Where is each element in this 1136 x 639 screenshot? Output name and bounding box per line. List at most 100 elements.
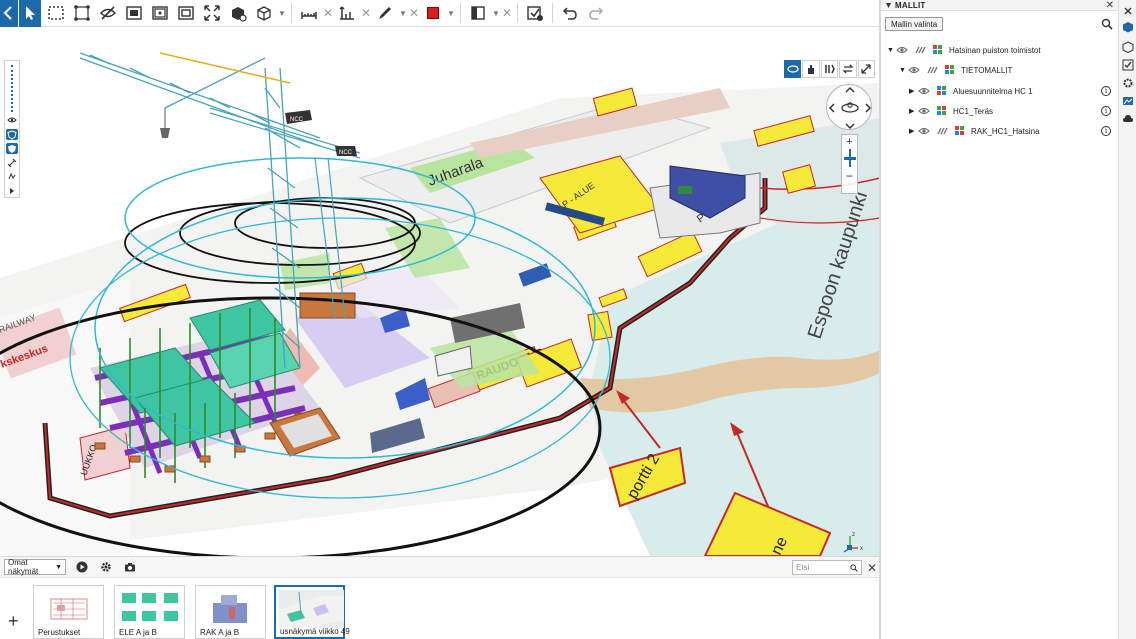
play-icon[interactable] bbox=[74, 559, 90, 575]
model-color-icon bbox=[935, 85, 949, 97]
tree-item-model[interactable]: ▶ RAK_HC1_Hatsina bbox=[909, 124, 1039, 138]
frame-icon[interactable] bbox=[148, 1, 172, 25]
chevron-down-icon[interactable]: ▼ bbox=[491, 9, 501, 18]
model-select-button[interactable]: Mallin valinta bbox=[885, 17, 944, 31]
close-views-icon[interactable]: ✕ bbox=[866, 560, 878, 575]
zoom-control[interactable]: + − bbox=[841, 134, 858, 194]
expanded-caret-icon[interactable]: ▼ bbox=[899, 67, 907, 74]
link-icon[interactable] bbox=[6, 157, 18, 168]
fullscreen-icon[interactable] bbox=[857, 60, 876, 78]
tree-item-project[interactable]: ▼ Hatsinan puiston toimistot bbox=[887, 43, 1041, 57]
ghost-icon[interactable] bbox=[925, 64, 939, 76]
navigation-wheel[interactable] bbox=[826, 84, 872, 130]
image-icon[interactable] bbox=[1121, 94, 1135, 108]
eye-icon[interactable] bbox=[917, 125, 931, 137]
views-search-placeholder: Etsi bbox=[796, 563, 810, 572]
views-dropdown[interactable]: Omat näkymät ▼ bbox=[4, 558, 66, 576]
close-panel-icon[interactable]: ✕ bbox=[1106, 0, 1114, 11]
clear-markup-icon[interactable]: ✕ bbox=[408, 6, 420, 20]
objects-icon[interactable] bbox=[226, 1, 250, 25]
model-color-icon bbox=[935, 105, 949, 117]
ghost-icon[interactable] bbox=[935, 125, 949, 137]
cloud-icon[interactable] bbox=[1121, 112, 1135, 126]
collapse-icon bbox=[886, 2, 891, 8]
3d-viewport[interactable]: Juharala RAUDOITUS P - ALUE P - ALUE bbox=[0, 28, 880, 556]
tree-item-model[interactable]: ▶ Aluesuunnitelma HC 1 bbox=[909, 84, 1033, 98]
pan-hand-icon[interactable] bbox=[802, 60, 820, 78]
info-icon[interactable]: i bbox=[1101, 106, 1111, 116]
eye-icon[interactable] bbox=[917, 85, 931, 97]
axis-icon[interactable] bbox=[70, 1, 94, 25]
info-icon[interactable]: i bbox=[1101, 86, 1111, 96]
side-rail bbox=[1118, 0, 1136, 639]
cube-view-icon[interactable] bbox=[252, 1, 276, 25]
redo-icon[interactable] bbox=[584, 1, 608, 25]
clear-section-icon[interactable]: ✕ bbox=[501, 6, 513, 20]
undo-icon[interactable] bbox=[558, 1, 582, 25]
objects-icon[interactable] bbox=[1121, 40, 1135, 54]
models-panel: MALLIT ✕ Mallin valinta ▼ Hatsinan puist… bbox=[881, 0, 1118, 639]
fit-view-icon[interactable] bbox=[174, 1, 198, 25]
eye-icon[interactable] bbox=[907, 64, 921, 76]
expanded-caret-icon[interactable]: ▼ bbox=[887, 47, 895, 54]
svg-text:x: x bbox=[860, 546, 863, 552]
views-search-input[interactable]: Etsi bbox=[792, 560, 862, 575]
tree-item-model[interactable]: ▶ HC1_Teräs bbox=[909, 104, 993, 118]
markup-pen-icon[interactable] bbox=[373, 1, 397, 25]
zoom-out-icon[interactable]: − bbox=[846, 167, 853, 185]
search-icon[interactable] bbox=[1101, 18, 1113, 30]
back-icon[interactable] bbox=[0, 0, 18, 27]
view-thumbnail[interactable]: Perustukset bbox=[33, 585, 104, 639]
box-select-icon[interactable] bbox=[44, 1, 68, 25]
zoom-slider[interactable] bbox=[843, 149, 856, 167]
expand-right-icon[interactable] bbox=[6, 186, 18, 197]
view-thumbnail[interactable]: RAK A ja B bbox=[195, 585, 266, 639]
clear-measure-icon[interactable]: ✕ bbox=[322, 6, 334, 20]
nav-up-icon bbox=[845, 86, 855, 93]
info-icon[interactable]: i bbox=[1101, 126, 1111, 136]
eye-icon[interactable] bbox=[6, 115, 18, 126]
eye-icon[interactable] bbox=[895, 44, 909, 56]
hand-icon[interactable] bbox=[6, 172, 18, 183]
collapsed-caret-icon[interactable]: ▶ bbox=[909, 127, 917, 135]
select-pointer-icon[interactable] bbox=[19, 0, 41, 27]
clear-height-icon[interactable]: ✕ bbox=[360, 6, 372, 20]
close-icon[interactable] bbox=[1121, 4, 1135, 18]
collapsed-caret-icon[interactable]: ▶ bbox=[909, 87, 917, 95]
swap-icon[interactable] bbox=[839, 60, 857, 78]
eye-icon[interactable] bbox=[917, 105, 931, 117]
tree-item-label: Hatsinan puiston toimistot bbox=[949, 45, 1041, 55]
chevron-down-icon[interactable]: ▼ bbox=[277, 9, 287, 18]
nav-down-icon bbox=[845, 123, 855, 130]
walk-icon[interactable] bbox=[820, 60, 839, 78]
models-cube-icon[interactable] bbox=[1121, 20, 1135, 34]
camera-icon[interactable] bbox=[122, 559, 138, 575]
ghost-icon[interactable] bbox=[913, 44, 927, 56]
orbit-icon[interactable] bbox=[784, 60, 802, 78]
measure-icon[interactable] bbox=[297, 1, 321, 25]
view-thumbnail[interactable]: ELE A ja B bbox=[114, 585, 185, 639]
settings-icon[interactable] bbox=[1121, 76, 1135, 90]
measure-height-icon[interactable] bbox=[335, 1, 359, 25]
info-shield-icon[interactable] bbox=[6, 143, 18, 155]
toolbar-divider bbox=[460, 3, 461, 23]
section-plane-icon[interactable] bbox=[466, 1, 490, 25]
section-box-icon[interactable] bbox=[122, 1, 146, 25]
chevron-down-icon[interactable]: ▼ bbox=[398, 9, 408, 18]
tree-item-folder[interactable]: ▼ TIETOMALLIT bbox=[899, 63, 1012, 77]
expand-icon[interactable] bbox=[200, 1, 224, 25]
zoom-track[interactable] bbox=[11, 65, 13, 112]
checklist-icon[interactable] bbox=[1121, 58, 1135, 72]
tree-item-label: HC1_Teräs bbox=[953, 106, 994, 116]
shield-icon[interactable] bbox=[6, 128, 18, 141]
color-swatch[interactable] bbox=[421, 1, 445, 25]
crane-tag-2: NCC bbox=[339, 150, 353, 156]
view-thumbnail-active[interactable]: usnäkymä viikko 49 bbox=[274, 585, 350, 639]
add-view-icon[interactable]: + bbox=[8, 611, 19, 632]
collapsed-caret-icon[interactable]: ▶ bbox=[909, 107, 917, 115]
chevron-down-icon[interactable]: ▼ bbox=[446, 9, 456, 18]
zoom-in-icon[interactable]: + bbox=[846, 135, 852, 149]
gear-icon[interactable] bbox=[98, 559, 114, 575]
hide-icon[interactable] bbox=[96, 1, 120, 25]
issue-check-icon[interactable] bbox=[523, 1, 547, 25]
